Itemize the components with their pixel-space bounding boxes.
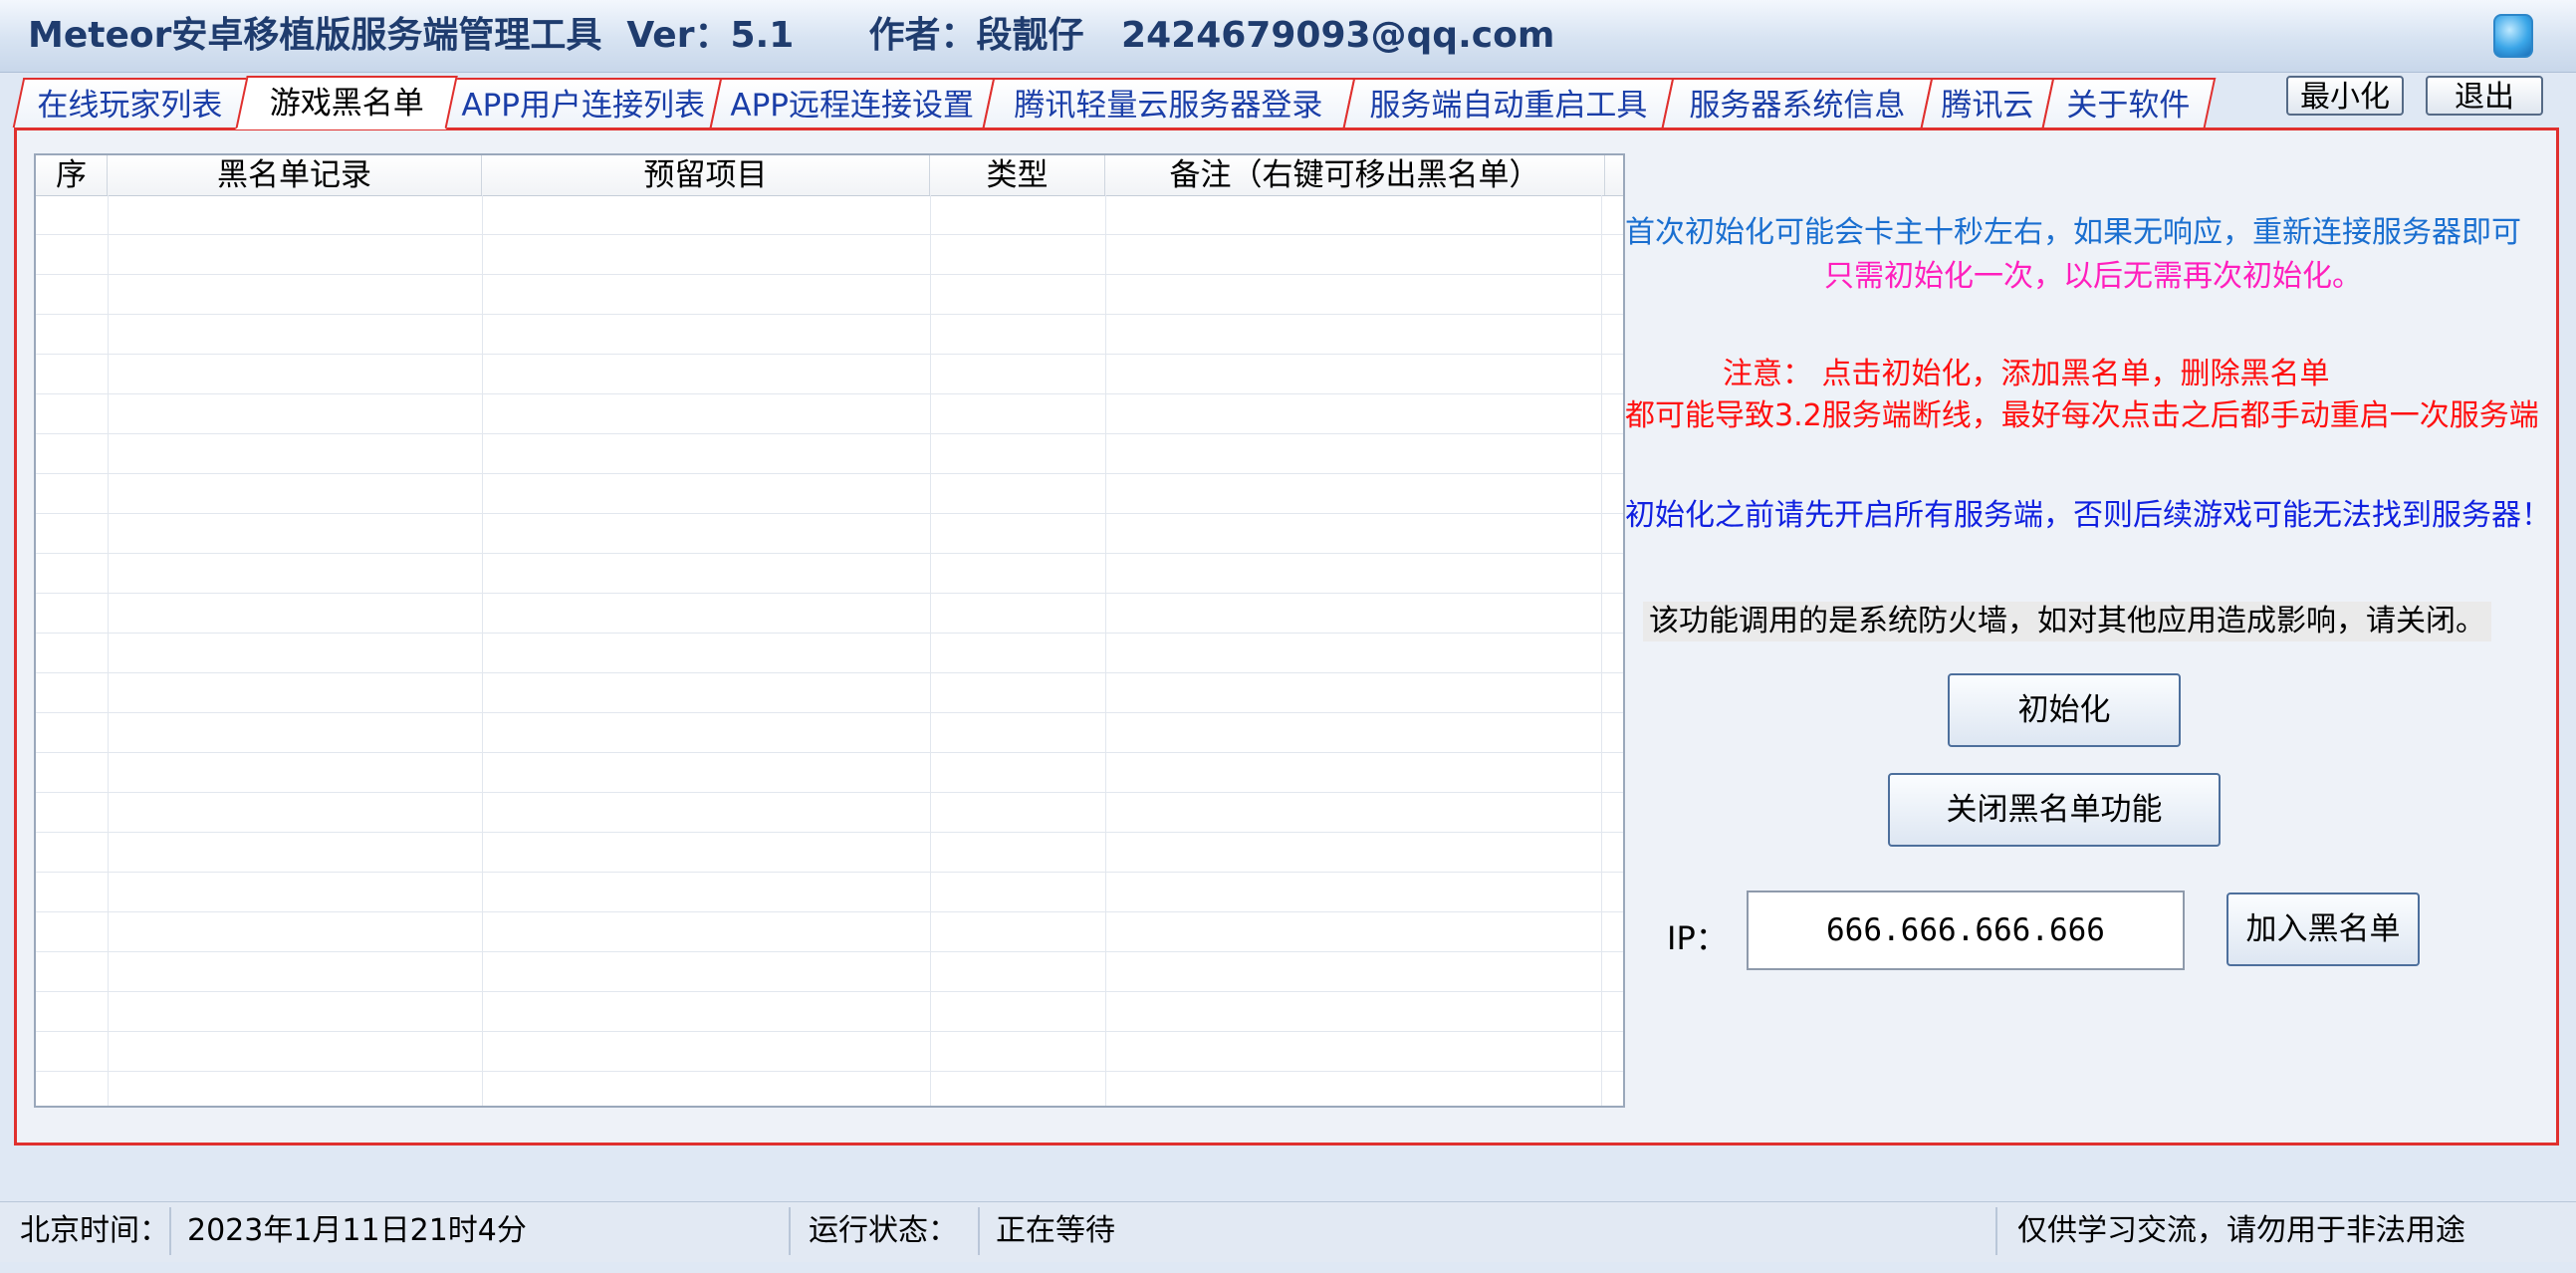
tab-strip: 在线玩家列表 游戏黑名单 APP用户连接列表 APP远程连接设置 腾讯轻量云服务…	[12, 76, 2561, 129]
column-divider	[930, 195, 931, 1106]
notice-warning-detail: 都可能导致3.2服务端断线，最好每次点击之后都手动重启一次服务端	[1625, 398, 2539, 433]
notice-start-servers: 初始化之前请先开启所有服务端，否则后续游戏可能无法找到服务器！	[1625, 498, 2551, 533]
tab-label: 服务器系统信息	[1688, 88, 1905, 124]
status-separator	[1995, 1207, 1997, 1255]
table-row[interactable]	[36, 195, 1623, 235]
init-button[interactable]: 初始化	[1948, 673, 2181, 747]
status-separator	[789, 1207, 791, 1255]
column-divider	[1601, 195, 1602, 1106]
tab-label: 腾讯轻量云服务器登录	[1014, 88, 1323, 124]
tab-label: APP用户连接列表	[461, 88, 705, 124]
table-row[interactable]	[36, 554, 1623, 594]
column-divider	[482, 195, 483, 1106]
time-label: 北京时间：	[20, 1213, 169, 1248]
tab-label: 在线玩家列表	[37, 88, 223, 124]
table-row[interactable]	[36, 793, 1623, 833]
add-blacklist-button[interactable]: 加入黑名单	[2226, 892, 2420, 966]
table-row[interactable]	[36, 952, 1623, 992]
tab-about[interactable]: 关于软件	[2041, 78, 2217, 127]
table-row[interactable]	[36, 1032, 1623, 1072]
tab-label: 服务端自动重启工具	[1368, 88, 1647, 124]
tab-label: 游戏黑名单	[269, 86, 424, 122]
tab-app-user-connections[interactable]: APP用户连接列表	[444, 78, 723, 127]
tab-auto-restart-tool[interactable]: 服务端自动重启工具	[1342, 78, 1675, 127]
tab-tencent-lighthouse-login[interactable]: 腾讯轻量云服务器登录	[982, 78, 1356, 127]
table-row[interactable]	[36, 514, 1623, 554]
time-value: 2023年1月11日21时4分	[187, 1213, 527, 1248]
notice-firewall: 该功能调用的是系统防火墙，如对其他应用造成影响，请关闭。	[1643, 602, 2491, 641]
ip-label: IP：	[1667, 919, 1728, 957]
table-row[interactable]	[36, 275, 1623, 315]
table-body	[36, 195, 1623, 1106]
column-header-index[interactable]: 序	[36, 155, 108, 195]
column-divider	[1105, 195, 1106, 1106]
tab-game-blacklist[interactable]: 游戏黑名单	[235, 76, 458, 129]
table-row[interactable]	[36, 594, 1623, 634]
run-state-label: 运行状态：	[809, 1213, 958, 1248]
table-row[interactable]	[36, 235, 1623, 275]
tab-system-info[interactable]: 服务器系统信息	[1661, 78, 1934, 127]
column-header-type[interactable]: 类型	[930, 155, 1105, 195]
close-blacklist-button[interactable]: 关闭黑名单功能	[1888, 773, 2221, 847]
table-row[interactable]	[36, 474, 1623, 514]
tab-tencent-cloud[interactable]: 腾讯云	[1920, 78, 2055, 127]
notice-first-init: 首次初始化可能会卡主十秒左右，如果无响应，重新连接服务器即可	[1625, 215, 2521, 250]
exit-button[interactable]: 退出	[2426, 76, 2543, 116]
table-row[interactable]	[36, 355, 1623, 394]
tab-label: 关于软件	[2066, 88, 2191, 124]
table-row[interactable]	[36, 634, 1623, 673]
table-row[interactable]	[36, 673, 1623, 713]
column-divider	[108, 195, 109, 1106]
notice-warning-title: 注意： 点击初始化，添加黑名单，删除黑名单	[1723, 357, 2330, 391]
table-row[interactable]	[36, 713, 1623, 753]
ip-input[interactable]	[1747, 891, 2185, 970]
minimize-button[interactable]: 最小化	[2286, 76, 2404, 116]
table-header: 序 黑名单记录 预留项目 类型 备注（右键可移出黑名单）	[36, 155, 1623, 196]
disclaimer: 仅供学习交流，请勿用于非法用途	[2017, 1213, 2465, 1248]
table-row[interactable]	[36, 315, 1623, 355]
column-header-reserved[interactable]: 预留项目	[482, 155, 930, 195]
notice-init-once: 只需初始化一次，以后无需再次初始化。	[1824, 259, 2362, 294]
table-row[interactable]	[36, 873, 1623, 912]
column-header-record[interactable]: 黑名单记录	[108, 155, 482, 195]
tab-label: APP远程连接设置	[730, 88, 974, 124]
blacklist-table[interactable]: 序 黑名单记录 预留项目 类型 备注（右键可移出黑名单）	[34, 153, 1625, 1108]
table-row[interactable]	[36, 753, 1623, 793]
table-row[interactable]	[36, 912, 1623, 952]
app-icon	[2493, 14, 2533, 58]
column-header-note[interactable]: 备注（右键可移出黑名单）	[1105, 155, 1605, 195]
table-row[interactable]	[36, 992, 1623, 1032]
status-separator	[169, 1207, 171, 1255]
table-row[interactable]	[36, 833, 1623, 873]
run-state-value: 正在等待	[996, 1213, 1115, 1248]
window-title: Meteor安卓移植版服务端管理工具 Ver：5.1 作者：段靓仔 242467…	[28, 15, 1555, 56]
tab-label: 腾讯云	[1940, 88, 2033, 124]
status-separator	[978, 1207, 980, 1255]
table-row[interactable]	[36, 394, 1623, 434]
table-row[interactable]	[36, 434, 1623, 474]
tab-online-players[interactable]: 在线玩家列表	[12, 78, 249, 127]
tab-app-remote-settings[interactable]: APP远程连接设置	[709, 78, 996, 127]
